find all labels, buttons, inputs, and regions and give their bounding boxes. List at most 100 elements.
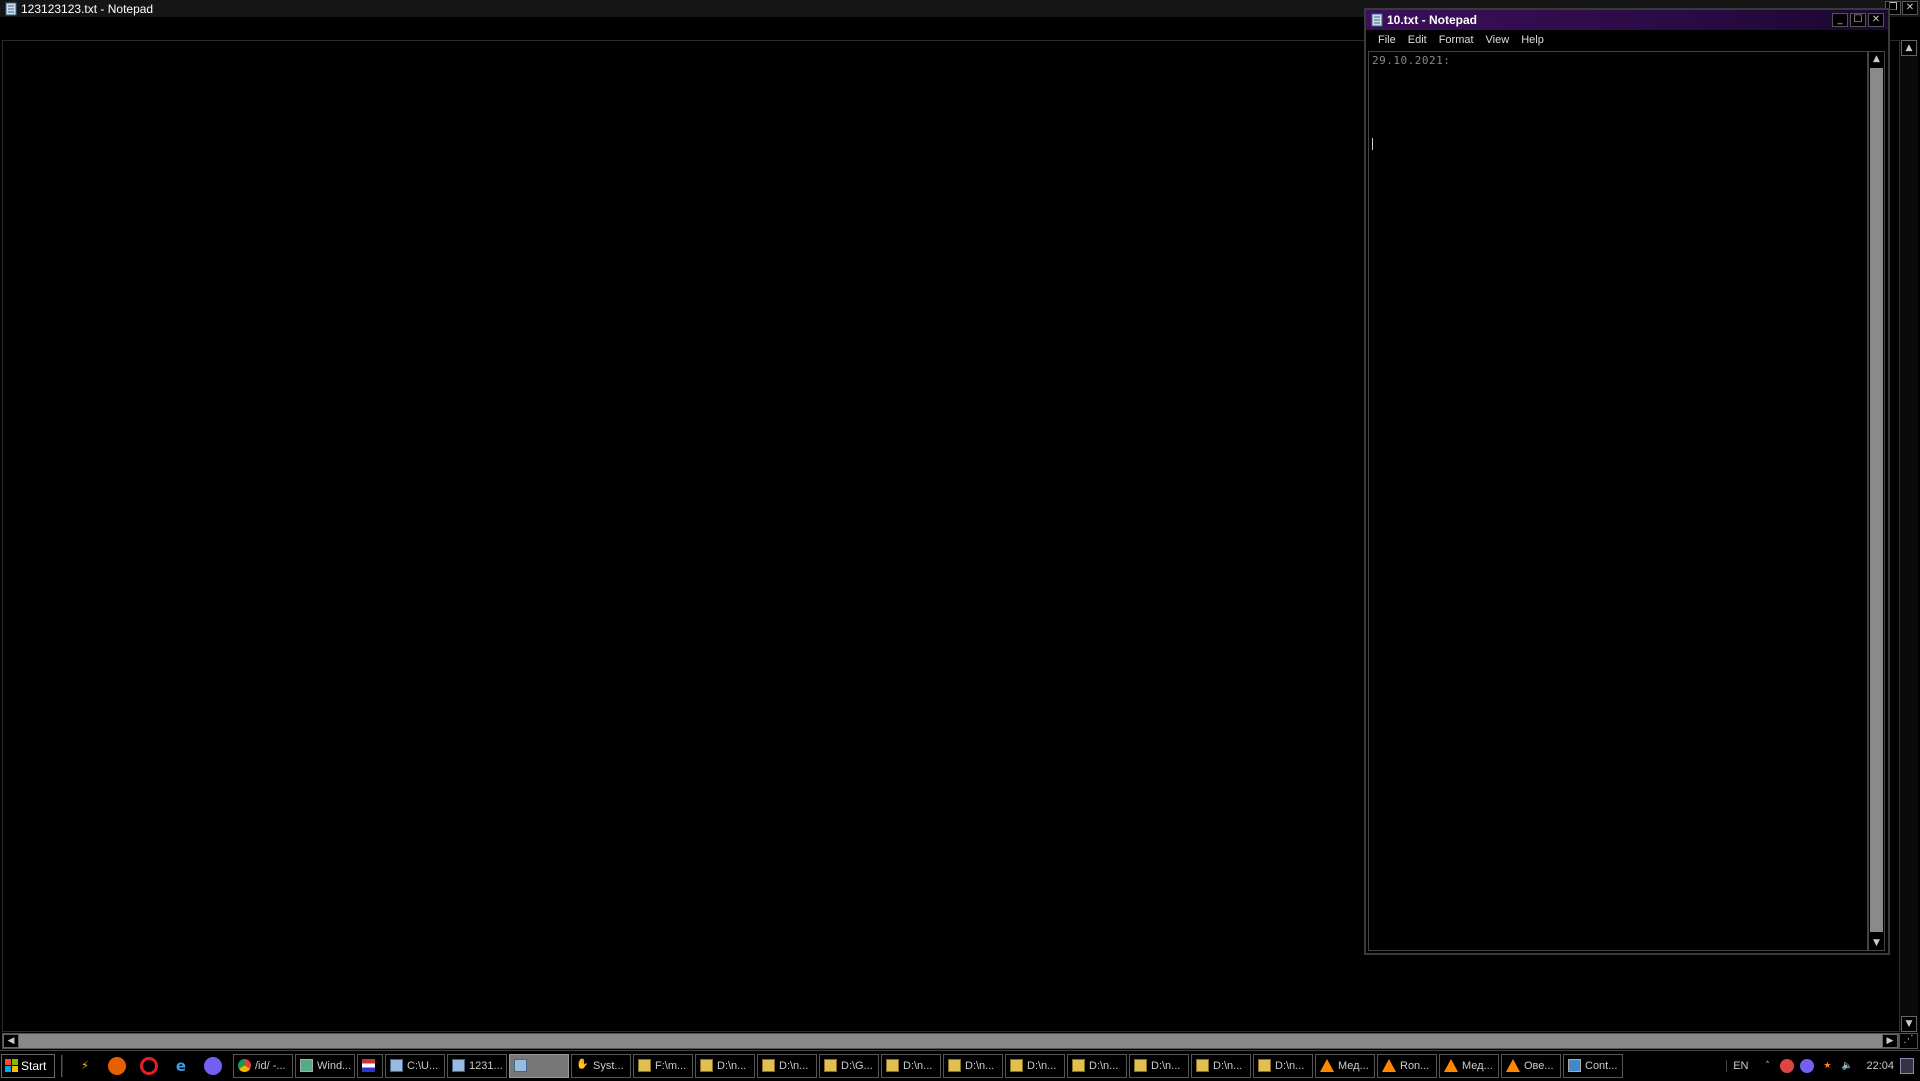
menu-format[interactable]: Format (1433, 34, 1480, 46)
close-button[interactable]: ✕ (1868, 13, 1884, 27)
notepad-icon (5, 2, 17, 15)
star-icon[interactable]: ★ (1820, 1059, 1834, 1073)
taskbar-button[interactable]: D:\n... (1005, 1053, 1065, 1078)
taskbar-button[interactable]: Мед... (1439, 1053, 1499, 1078)
language-indicator[interactable]: EN (1726, 1060, 1754, 1072)
window-icon (300, 1059, 313, 1072)
taskbar-button[interactable]: D:\n... (1253, 1053, 1313, 1078)
scroll-up-icon[interactable]: ▲ (1901, 40, 1917, 56)
vlc-icon (1444, 1059, 1458, 1072)
menu-help[interactable]: Help (1515, 34, 1550, 46)
firefox-icon[interactable] (108, 1056, 126, 1075)
scroll-down-icon[interactable]: ▼ (1869, 936, 1884, 950)
taskbar-button-label: Cont... (1585, 1059, 1618, 1072)
taskbar-button[interactable]: C:\U... (385, 1053, 445, 1078)
chrome-icon (238, 1059, 251, 1072)
taskbar-button-label: C:\U... (407, 1059, 439, 1072)
taskbar-button-label: Syst... (593, 1059, 624, 1072)
taskbar-button[interactable]: Мед... (1315, 1053, 1375, 1078)
taskbar-button[interactable]: D:\n... (1191, 1053, 1251, 1078)
lightning-icon[interactable]: ⚡ (76, 1057, 94, 1075)
taskbar-button[interactable]: D:\n... (757, 1053, 817, 1078)
clock[interactable]: 22:04 (1860, 1060, 1894, 1072)
taskbar-button-label: Мед... (1462, 1059, 1493, 1072)
task-list: /id/ -... Wind... C:\U... 1231... ✋ Syst... F:… (233, 1053, 1625, 1078)
taskbar-button-label: Ове... (1524, 1059, 1554, 1072)
menu-file[interactable]: File (1372, 34, 1402, 46)
viber-tray-icon[interactable] (1800, 1059, 1815, 1073)
volume-icon[interactable]: 🔈 (1840, 1059, 1854, 1073)
chrome-tray-icon[interactable] (1780, 1059, 1795, 1073)
main-vertical-scrollbar[interactable]: ▲ ▼ (1899, 40, 1918, 1032)
maximize-button[interactable]: ☐ (1850, 13, 1866, 27)
taskbar-button[interactable]: F:\m... (633, 1053, 693, 1078)
taskbar-button[interactable]: Wind... (295, 1053, 355, 1078)
folder-icon (886, 1059, 899, 1072)
scroll-left-icon[interactable]: ◀ (3, 1034, 19, 1048)
taskbar-button[interactable] (357, 1053, 383, 1078)
notepad-icon (390, 1059, 403, 1072)
folder-icon (700, 1059, 713, 1072)
windows-logo-icon (5, 1059, 18, 1072)
taskbar-button[interactable]: /id/ -... (233, 1053, 293, 1078)
scroll-up-icon[interactable]: ▲ (1869, 52, 1884, 66)
control-panel-icon (1568, 1059, 1581, 1072)
taskbar-button[interactable]: Ове... (1501, 1053, 1561, 1078)
taskbar-button-label: D:\n... (1151, 1059, 1181, 1072)
show-desktop-button[interactable] (1900, 1058, 1914, 1074)
main-horizontal-scrollbar[interactable]: ◀ ▶ (2, 1033, 1899, 1049)
notepad-icon (452, 1059, 465, 1072)
menu-view[interactable]: View (1480, 34, 1516, 46)
taskbar-button[interactable] (509, 1053, 569, 1078)
notepad-window-titlebar[interactable]: 10.txt - Notepad _ ☐ ✕ (1366, 10, 1888, 30)
system-tray: EN ˄ ★ 🔈 22:04 (1726, 1051, 1920, 1081)
taskbar-button-label: Wind... (317, 1059, 352, 1072)
folder-icon (1134, 1059, 1147, 1072)
taskbar-button-label: Мед... (1338, 1059, 1369, 1072)
notepad-vertical-scrollbar[interactable]: ▲ ▼ (1868, 51, 1885, 951)
notepad-icon (1371, 13, 1383, 27)
taskbar-button-label: /id/ -... (255, 1059, 286, 1072)
notepad-window[interactable]: 10.txt - Notepad _ ☐ ✕ File Edit Format … (1364, 8, 1890, 955)
start-button[interactable]: Start (1, 1053, 55, 1078)
scroll-down-icon[interactable]: ▼ (1901, 1016, 1917, 1032)
opera-icon[interactable] (140, 1056, 158, 1075)
taskbar-button-label: D:\n... (1027, 1059, 1057, 1072)
taskbar: Start ⚡ e /id/ -... Wind... C:\U... 1231...… (0, 1050, 1920, 1080)
size-grip-icon[interactable]: ⋰ (1899, 1033, 1918, 1049)
taskbar-button[interactable]: D:\n... (1129, 1053, 1189, 1078)
folder-icon (762, 1059, 775, 1072)
menu-edit[interactable]: Edit (1402, 34, 1433, 46)
taskbar-button-label: F:\m... (655, 1059, 687, 1072)
taskbar-button-label: D:\n... (779, 1059, 809, 1072)
taskbar-button-label: D:\G... (841, 1059, 873, 1072)
scroll-right-icon[interactable]: ▶ (1882, 1034, 1898, 1048)
main-window-title: 123123123.txt - Notepad (21, 1, 154, 16)
taskbar-button[interactable]: D:\G... (819, 1053, 879, 1078)
folder-icon (948, 1059, 961, 1072)
scrollbar-track[interactable] (1870, 68, 1883, 932)
taskbar-button-label: D:\n... (1275, 1059, 1305, 1072)
taskbar-button[interactable]: ✋ Syst... (571, 1053, 631, 1078)
taskbar-button-label: Ron... (1400, 1059, 1430, 1072)
viber-icon[interactable] (204, 1056, 222, 1075)
hand-icon: ✋ (576, 1059, 589, 1070)
taskbar-button[interactable]: Cont... (1563, 1053, 1623, 1078)
taskbar-button[interactable]: D:\n... (943, 1053, 1003, 1078)
taskbar-button[interactable]: D:\n... (1067, 1053, 1127, 1078)
taskbar-button[interactable]: 1231... (447, 1053, 507, 1078)
close-button[interactable]: ✕ (1902, 1, 1918, 15)
notepad-text-area[interactable]: 29.10.2021: (1368, 51, 1868, 951)
taskbar-button[interactable]: Ron... (1377, 1053, 1437, 1078)
taskbar-button[interactable]: D:\n... (881, 1053, 941, 1078)
taskbar-button[interactable]: D:\n... (695, 1053, 755, 1078)
notepad-text-content: 29.10.2021: (1372, 54, 1451, 67)
taskbar-button-label: D:\n... (1089, 1059, 1119, 1072)
text-caret (1372, 138, 1373, 150)
taskbar-separator (61, 1054, 63, 1077)
minimize-button[interactable]: _ (1832, 13, 1848, 27)
vlc-icon (1382, 1059, 1396, 1072)
taskbar-button-label: D:\n... (903, 1059, 933, 1072)
chevron-up-icon[interactable]: ˄ (1760, 1059, 1774, 1073)
ie-icon[interactable]: e (172, 1057, 190, 1075)
